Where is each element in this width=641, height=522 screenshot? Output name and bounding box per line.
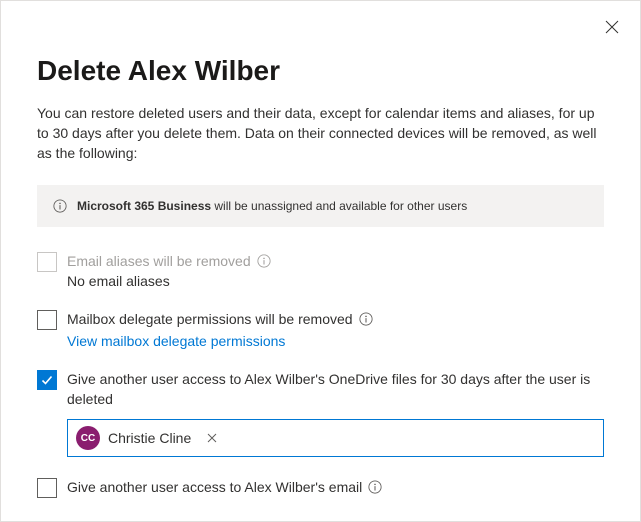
license-info-text: Microsoft 365 Business will be unassigne… bbox=[77, 199, 467, 213]
people-picker-onedrive[interactable]: CC Christie Cline bbox=[67, 419, 604, 457]
info-icon bbox=[53, 199, 67, 213]
info-icon[interactable] bbox=[368, 480, 382, 494]
chip-remove-button[interactable] bbox=[207, 433, 217, 443]
label-mailbox-delegate: Mailbox delegate permissions will be rem… bbox=[67, 309, 604, 329]
info-icon[interactable] bbox=[359, 312, 373, 326]
checkbox-email-aliases bbox=[37, 252, 57, 272]
label-email-aliases: Email aliases will be removed bbox=[67, 251, 604, 271]
checkbox-mailbox-delegate[interactable] bbox=[37, 310, 57, 330]
dialog-content: Delete Alex Wilber You can restore delet… bbox=[1, 1, 640, 518]
close-icon bbox=[605, 20, 619, 34]
avatar: CC bbox=[76, 426, 100, 450]
label-mailbox-delegate-text: Mailbox delegate permissions will be rem… bbox=[67, 309, 353, 329]
label-email-aliases-text: Email aliases will be removed bbox=[67, 251, 251, 271]
option-mailbox-delegate: Mailbox delegate permissions will be rem… bbox=[37, 309, 604, 349]
license-product-name: Microsoft 365 Business bbox=[77, 199, 211, 213]
close-button[interactable] bbox=[598, 13, 626, 41]
label-email-access: Give another user access to Alex Wilber'… bbox=[67, 477, 604, 497]
label-onedrive-access-text: Give another user access to Alex Wilber'… bbox=[67, 369, 604, 409]
close-icon bbox=[207, 433, 217, 443]
label-onedrive-access: Give another user access to Alex Wilber'… bbox=[67, 369, 604, 409]
label-email-access-text: Give another user access to Alex Wilber'… bbox=[67, 477, 362, 497]
license-info-suffix: will be unassigned and available for oth… bbox=[211, 199, 467, 213]
option-onedrive-access: Give another user access to Alex Wilber'… bbox=[37, 369, 604, 457]
info-icon[interactable] bbox=[257, 254, 271, 268]
checkbox-email-access[interactable] bbox=[37, 478, 57, 498]
page-title: Delete Alex Wilber bbox=[37, 55, 604, 87]
chip-name: Christie Cline bbox=[108, 430, 191, 446]
option-email-access: Give another user access to Alex Wilber'… bbox=[37, 477, 604, 498]
option-email-aliases: Email aliases will be removed No email a… bbox=[37, 251, 604, 289]
subtext-email-aliases: No email aliases bbox=[67, 273, 604, 289]
link-view-mailbox-delegate[interactable]: View mailbox delegate permissions bbox=[67, 333, 285, 349]
checkbox-onedrive-access[interactable] bbox=[37, 370, 57, 390]
person-chip: CC Christie Cline bbox=[74, 424, 221, 452]
checkmark-icon bbox=[40, 373, 54, 387]
description-text: You can restore deleted users and their … bbox=[37, 103, 604, 163]
license-info-bar: Microsoft 365 Business will be unassigne… bbox=[37, 185, 604, 227]
